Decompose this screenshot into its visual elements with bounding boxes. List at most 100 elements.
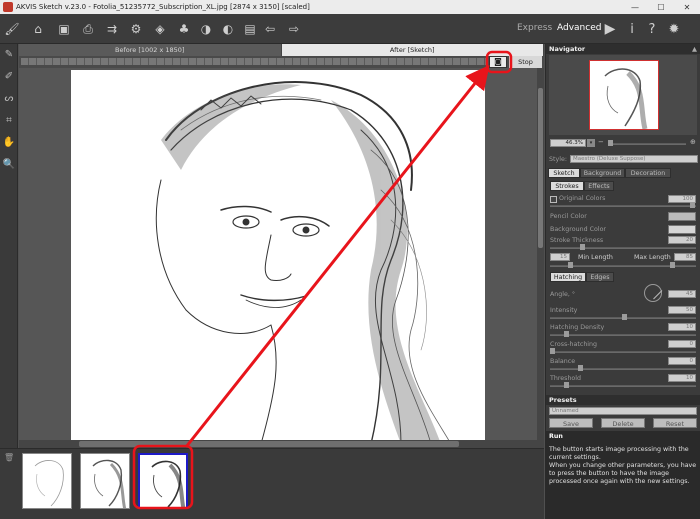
image-canvas[interactable] [19,68,537,448]
threshold-field[interactable]: 10 [668,374,696,382]
print-icon[interactable]: ⎙ [80,21,96,37]
save-icon[interactable]: ▣ [56,21,72,37]
history-brush-icon[interactable]: ᔕ [0,88,18,110]
toolbar: 🖌 ⌂ ▣ ⎙ ⇉ ⚙ ◈ ♣ ◑ ◐ ▤ ⇦ ⇨ Express Advanc… [0,14,700,44]
frames-icon[interactable]: ◈ [152,21,168,37]
balance-label: Balance [550,358,576,365]
tab-sketch[interactable]: Sketch [548,168,580,178]
max-length-field[interactable]: 85 [674,253,696,261]
presets-header: Presets [546,395,700,405]
zoom-in-icon[interactable]: ⊕ [690,138,696,146]
vertical-scrollbar[interactable] [537,68,544,448]
angle-dial[interactable] [644,284,663,302]
view-tabs: Before [1002 x 1850] After [Sketch] [19,44,544,56]
hatching-density-slider[interactable] [550,331,696,337]
hatching-density-field[interactable]: 10 [668,323,696,331]
pencil-color-swatch[interactable] [668,212,696,221]
settings-icon[interactable]: ✹ [666,21,682,37]
collapse-icon[interactable]: ▲ [692,44,697,54]
length-range-slider[interactable] [550,262,696,268]
share-icon[interactable]: ♣ [176,21,192,37]
zoom-slider[interactable] [608,140,686,146]
angle-needle [653,290,663,300]
angle-field[interactable]: 45 [668,290,696,298]
trash-icon[interactable]: 🗑 [4,453,14,462]
original-colors-checkbox[interactable] [550,196,557,203]
app-icon [3,2,13,12]
maximize-button[interactable]: ☐ [648,3,674,12]
horizontal-scrollbar[interactable] [19,440,537,448]
stroke-thickness-slider[interactable] [550,244,696,250]
intensity-slider[interactable] [550,314,696,320]
background-color-swatch[interactable] [668,225,696,234]
open-icon[interactable]: ⌂ [30,21,46,37]
crop-tool-icon[interactable]: ⌗ [0,110,18,132]
progress-bar [21,58,487,65]
reset-preset-button[interactable]: Reset [653,418,697,428]
run-icon[interactable]: ▶ [602,21,618,37]
tab-after[interactable]: After [Sketch] [281,44,544,56]
canvas-icon[interactable]: ▤ [242,21,258,37]
color-icon[interactable]: ◐ [220,21,236,37]
intensity-field[interactable]: 50 [668,306,696,314]
progress-row: ◙ Stop [19,56,544,68]
max-length-label: Max Length [634,254,671,261]
cross-hatching-field[interactable]: 0 [668,340,696,348]
eraser-tool-icon[interactable]: ✐ [0,66,18,88]
balance-field[interactable]: 0 [668,357,696,365]
snapshot-thumbnail[interactable] [80,453,130,509]
zoom-tool-icon[interactable]: 🔍 [0,154,18,176]
undo-icon[interactable]: ⇦ [262,21,278,37]
help-icon[interactable]: ? [644,21,660,37]
min-length-field[interactable]: 15 [550,253,570,261]
window-title: AKVIS Sketch v.23.0 - Fotolia_51235772_S… [16,3,310,11]
snapshot-thumbnail[interactable] [22,453,72,509]
redo-icon[interactable]: ⇨ [286,21,302,37]
cross-hatching-slider[interactable] [550,348,696,354]
tools-panel: ✎ ✐ ᔕ ⌗ ✋ 🔍 [0,44,18,475]
navigator-header: Navigator ▲ [546,44,700,54]
presets-select[interactable]: Unnamed [549,407,697,415]
original-colors-slider[interactable] [550,202,696,208]
zoom-dropdown-icon[interactable]: ▾ [587,139,595,147]
minimize-button[interactable]: — [622,3,648,12]
stroke-thickness-field[interactable]: 20 [668,236,696,244]
tab-decoration[interactable]: Decoration [625,168,671,178]
stop-button[interactable]: Stop [509,56,542,68]
bw-icon[interactable]: ◑ [198,21,214,37]
cross-hatching-label: Cross-hatching [550,341,598,348]
tab-hatching[interactable]: Hatching [550,272,586,282]
snapshots-strip: 🗑 [0,448,544,519]
save-preset-button[interactable]: Save [549,418,593,428]
info-icon[interactable]: i [624,21,640,37]
delete-preset-button[interactable]: Delete [601,418,645,428]
snapshot-thumbnail-selected[interactable] [138,453,188,509]
tab-effects[interactable]: Effects [584,181,614,191]
title-bar: AKVIS Sketch v.23.0 - Fotolia_51235772_S… [0,0,700,14]
tab-before[interactable]: Before [1002 x 1850] [19,44,282,56]
zoom-out-icon[interactable]: − [598,138,604,146]
batch-settings-icon[interactable]: ⚙ [128,21,144,37]
navigator-title: Navigator [549,45,586,53]
balance-slider[interactable] [550,365,696,371]
tab-background[interactable]: Background [580,168,625,178]
sketch-image [71,70,485,444]
navigator-viewport[interactable] [589,60,659,130]
advanced-mode[interactable]: Advanced [557,23,601,33]
snapshot-camera-button[interactable]: ◙ [489,56,507,68]
original-colors-label: Original Colors [559,195,606,202]
background-color-label: Background Color [550,226,607,233]
tab-strokes[interactable]: Strokes [550,181,584,191]
close-button[interactable]: ✕ [674,3,700,12]
tab-edges[interactable]: Edges [586,272,614,282]
batch-icon[interactable]: ⇉ [104,21,120,37]
style-select[interactable]: Maestro (Deluxe Suppose) [570,155,698,163]
zoom-field[interactable]: 46.3% [550,139,586,147]
express-mode[interactable]: Express [517,23,552,33]
hand-tool-icon[interactable]: ✋ [0,132,18,154]
min-length-label: Min Length [578,254,613,261]
navigator-preview[interactable] [549,55,697,135]
pencil-tool-icon[interactable]: ✎ [0,44,18,66]
threshold-slider[interactable] [550,382,696,388]
angle-label: Angle, ° [550,291,576,298]
